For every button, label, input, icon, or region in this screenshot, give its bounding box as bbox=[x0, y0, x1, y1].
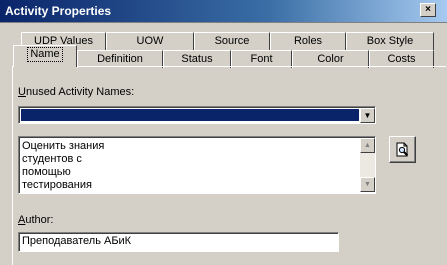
activity-name-textarea[interactable]: Оценить знания студентов с помощью тести… bbox=[18, 136, 376, 194]
search-button[interactable] bbox=[389, 136, 416, 163]
name-line: студентов с bbox=[22, 153, 82, 165]
name-line: тестирования bbox=[22, 179, 92, 191]
close-icon: × bbox=[425, 4, 431, 15]
tab-box-style[interactable]: Box Style bbox=[346, 32, 434, 50]
author-field[interactable]: Преподаватель АБиК bbox=[18, 232, 339, 252]
tab-uow[interactable]: UOW bbox=[106, 32, 194, 50]
name-line: помощью bbox=[22, 166, 71, 178]
unused-names-label: Unused Activity Names: bbox=[18, 86, 135, 98]
vertical-scrollbar[interactable]: ▲ ▼ bbox=[360, 138, 375, 192]
search-document-icon bbox=[396, 142, 409, 157]
dropdown-arrow-button[interactable]: ▼ bbox=[360, 108, 375, 123]
window-title: Activity Properties bbox=[5, 4, 112, 18]
name-line: Оценить знания bbox=[22, 140, 105, 152]
window-title-bar[interactable]: Activity Properties × bbox=[0, 0, 447, 23]
tab-source[interactable]: Source bbox=[194, 32, 270, 50]
dropdown-selected-value bbox=[21, 109, 359, 121]
author-label: Author: bbox=[18, 214, 54, 226]
close-button[interactable]: × bbox=[420, 3, 436, 17]
tab-name[interactable]: Name bbox=[13, 45, 77, 67]
unused-names-dropdown[interactable]: ▼ bbox=[18, 106, 376, 124]
scroll-down-button[interactable]: ▼ bbox=[360, 177, 375, 192]
scroll-up-button[interactable]: ▲ bbox=[360, 138, 375, 153]
tab-roles[interactable]: Roles bbox=[270, 32, 346, 50]
chevron-down-icon: ▼ bbox=[363, 111, 372, 120]
